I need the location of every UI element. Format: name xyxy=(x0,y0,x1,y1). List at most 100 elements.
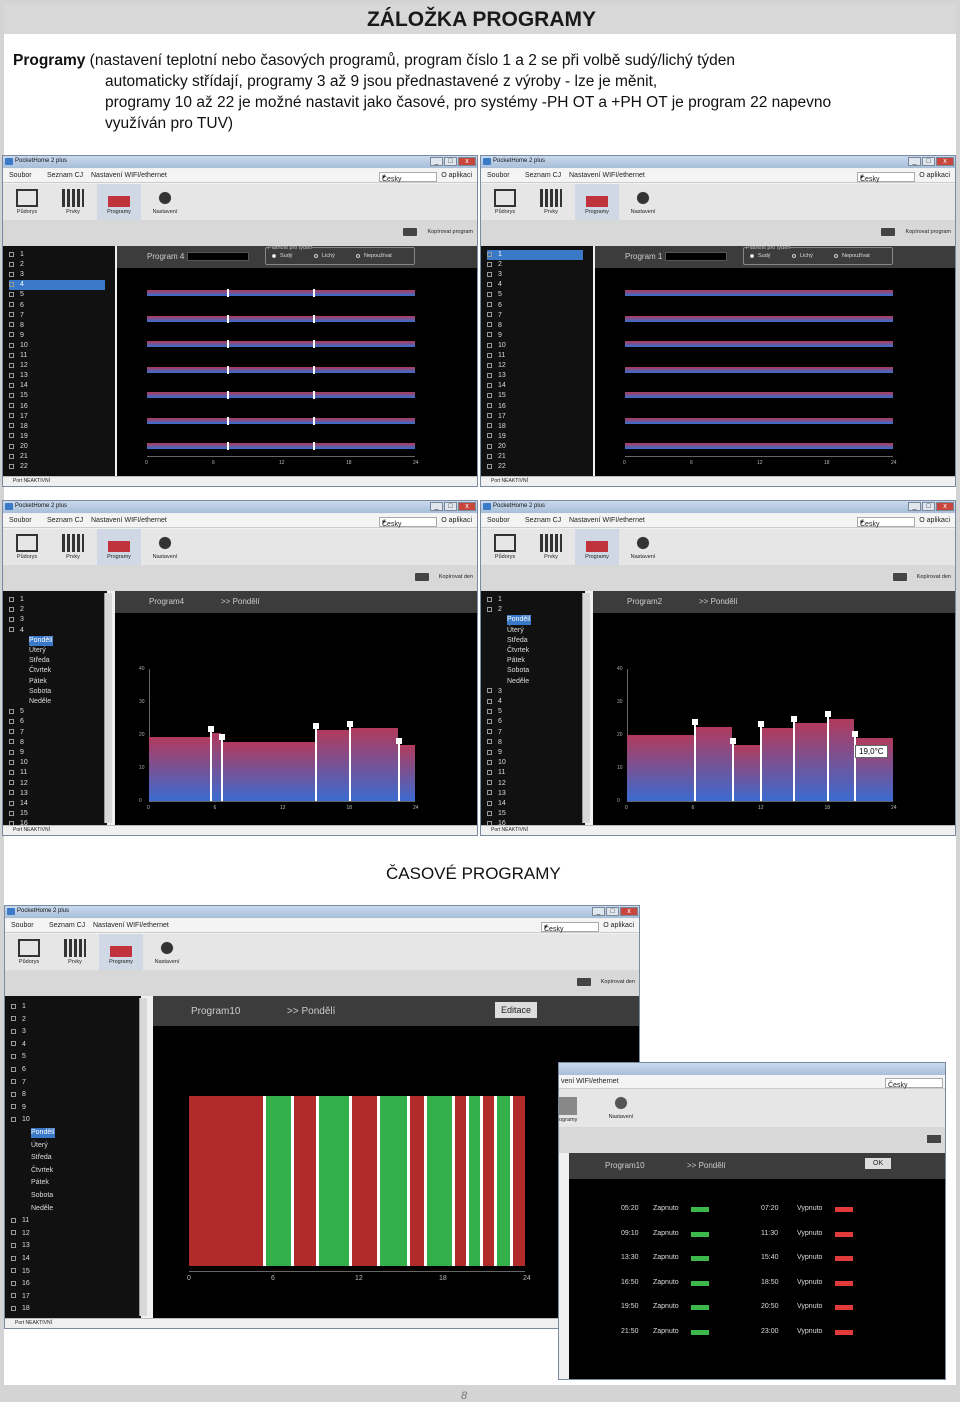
close-button[interactable]: x xyxy=(458,502,476,511)
program-item[interactable]: 2 xyxy=(487,605,502,615)
temperature-bar[interactable] xyxy=(398,744,415,801)
program-item[interactable]: 16 xyxy=(11,1279,30,1289)
program-item[interactable]: 6 xyxy=(11,1065,26,1075)
time-handle[interactable] xyxy=(313,722,320,801)
timeline-handle[interactable] xyxy=(313,416,316,425)
program-item[interactable]: 16 xyxy=(9,819,28,825)
edit-button[interactable]: Editace xyxy=(495,1002,538,1018)
maximize-button[interactable]: □ xyxy=(444,502,457,511)
timeline-handle[interactable] xyxy=(227,365,230,374)
program-item[interactable]: 1 xyxy=(9,595,24,605)
program-item[interactable]: 10 xyxy=(9,758,28,768)
program-item[interactable]: 15 xyxy=(9,391,28,401)
timeline-handle[interactable] xyxy=(313,289,316,297)
program-item[interactable]: 14 xyxy=(9,381,28,391)
tool-elements[interactable]: Prvky xyxy=(529,184,573,220)
program-item[interactable]: 11 xyxy=(11,1216,29,1226)
program-item[interactable]: 3 xyxy=(11,1027,26,1037)
minimize-button[interactable]: _ xyxy=(430,157,443,166)
off-segment[interactable] xyxy=(291,1096,318,1266)
copy-button[interactable]: Kopírovat den xyxy=(439,574,473,580)
program-item[interactable]: 15 xyxy=(11,1267,30,1277)
program-item[interactable]: 9 xyxy=(11,1103,26,1113)
program-item[interactable]: 4 xyxy=(11,1040,26,1050)
on-time[interactable]: 05:20 xyxy=(621,1205,639,1212)
off-segment[interactable] xyxy=(408,1096,425,1266)
minimize-button[interactable]: _ xyxy=(430,502,443,511)
program-item[interactable]: 14 xyxy=(487,799,506,809)
program-item[interactable]: 7 xyxy=(487,311,502,321)
day-timeline[interactable] xyxy=(625,315,893,322)
minimize-button[interactable]: _ xyxy=(592,907,605,916)
program-item[interactable]: 22 xyxy=(487,462,506,472)
radio-sudý[interactable] xyxy=(750,254,754,258)
tool-programs[interactable]: Programy xyxy=(97,184,141,220)
tool-settings[interactable]: Nastavení xyxy=(599,1089,643,1125)
program-item[interactable]: 17 xyxy=(487,412,506,422)
program-item[interactable]: 4 xyxy=(487,697,502,707)
timeline-handle[interactable] xyxy=(227,340,230,348)
program-item[interactable]: 13 xyxy=(11,1241,30,1251)
menu-about[interactable]: O aplikaci xyxy=(441,517,472,524)
program-item[interactable]: 17 xyxy=(9,412,28,422)
day-timeline[interactable] xyxy=(147,340,415,348)
program-item[interactable]: 2 xyxy=(11,1015,26,1025)
program-item[interactable]: 4 xyxy=(9,280,105,291)
language-select[interactable]: Česky ▾ xyxy=(857,517,915,528)
program-item[interactable]: 1 xyxy=(487,250,583,260)
program-item[interactable]: 21 xyxy=(9,452,28,462)
minimize-button[interactable]: _ xyxy=(908,157,921,166)
close-button[interactable]: x xyxy=(458,157,476,166)
menu-about[interactable]: O aplikaci xyxy=(441,172,472,179)
day-item[interactable]: Pondělí xyxy=(29,635,53,646)
on-time[interactable]: 16:50 xyxy=(621,1279,639,1286)
day-timeline[interactable] xyxy=(625,443,893,449)
timeline-handle[interactable] xyxy=(313,365,316,374)
copy-button[interactable]: Kopírovat program xyxy=(427,229,473,235)
day-timeline[interactable] xyxy=(625,366,893,373)
day-item[interactable]: Úterý xyxy=(31,1141,48,1151)
on-time[interactable]: 09:10 xyxy=(621,1230,639,1237)
day-timeline[interactable] xyxy=(147,314,415,323)
timeline-handle[interactable] xyxy=(227,416,230,425)
off-time[interactable]: 11:30 xyxy=(761,1230,778,1237)
copy-icon[interactable] xyxy=(927,1135,941,1143)
day-timeline[interactable] xyxy=(147,289,415,297)
program-item[interactable]: 9 xyxy=(9,748,24,758)
handle-knob[interactable] xyxy=(346,721,353,728)
program-item[interactable]: 1 xyxy=(487,595,502,605)
on-time[interactable]: 13:30 xyxy=(621,1254,639,1261)
day-timeline[interactable] xyxy=(147,391,415,399)
day-item[interactable]: Čtvrtek xyxy=(31,1166,53,1176)
day-item[interactable]: Úterý xyxy=(507,626,524,636)
temperature-bar[interactable] xyxy=(826,718,855,801)
program-item[interactable]: 9 xyxy=(487,331,502,341)
handle-knob[interactable] xyxy=(791,716,798,723)
program-item[interactable]: 18 xyxy=(9,422,28,432)
menu-about[interactable]: O aplikaci xyxy=(919,517,950,524)
radio-lichý[interactable] xyxy=(314,254,318,258)
off-segment[interactable] xyxy=(480,1096,495,1266)
program-item[interactable]: 7 xyxy=(11,1078,26,1088)
temperature-bar[interactable] xyxy=(732,744,760,801)
day-item[interactable]: Neděle xyxy=(31,1204,53,1214)
off-segment[interactable] xyxy=(452,1096,467,1266)
program-item[interactable]: 8 xyxy=(9,738,24,748)
menu-wifi[interactable]: Nastavení WIFI/ethernet xyxy=(91,517,167,524)
program-item[interactable]: 11 xyxy=(487,351,505,361)
menu-cj-list[interactable]: Seznam CJ xyxy=(525,172,561,179)
menu-cj-list[interactable]: Seznam CJ xyxy=(49,922,85,929)
program-item[interactable]: 7 xyxy=(9,728,24,738)
tool-floorplan[interactable]: Půdorys xyxy=(5,529,49,565)
timeline-handle[interactable] xyxy=(313,391,316,399)
program-item[interactable]: 2 xyxy=(9,605,24,615)
day-item[interactable]: Sobota xyxy=(507,666,529,676)
copy-button[interactable]: Kopírovat program xyxy=(905,229,951,235)
on-segment[interactable] xyxy=(378,1096,409,1266)
menu-wifi[interactable]: Nastavení WIFI/ethernet xyxy=(93,922,169,929)
program-item[interactable]: 1 xyxy=(9,250,24,260)
day-item[interactable]: Pondělí xyxy=(507,615,531,626)
timeline-handle[interactable] xyxy=(313,314,316,323)
program-item[interactable]: 3 xyxy=(487,687,502,697)
menu-file[interactable]: Soubor xyxy=(11,922,34,929)
